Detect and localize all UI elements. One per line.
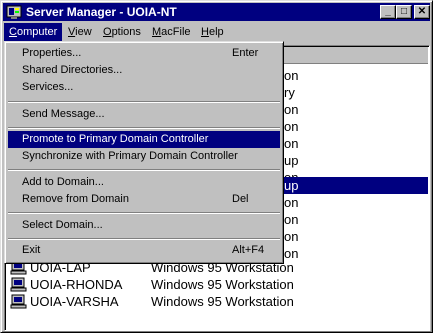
menu-item-label: Promote to Primary Domain Controller (22, 133, 209, 145)
title-bar[interactable]: Server Manager - UOIA-NT _ □ ✕ (3, 3, 430, 21)
computer-icon (10, 294, 27, 309)
computer-menu-dropdown: Properties... Enter Shared Directories..… (4, 41, 284, 264)
server-manager-window: Server Manager - UOIA-NT _ □ ✕ Computer … (0, 0, 433, 333)
menu-item-shortcut: Del (232, 193, 249, 205)
menu-computer[interactable]: Computer (4, 23, 63, 41)
menu-separator (8, 238, 280, 240)
menu-item-send-message[interactable]: Send Message... (8, 106, 280, 123)
computer-icon (10, 277, 27, 292)
menu-view-label: iew (75, 26, 92, 38)
computer-type: Windows 95 Workstation (151, 294, 294, 309)
menu-item-select-domain[interactable]: Select Domain... (8, 217, 280, 234)
row-type-fragment: on (284, 136, 299, 151)
menu-separator (8, 169, 280, 171)
menu-item-properties[interactable]: Properties... Enter (8, 45, 280, 62)
menu-options[interactable]: Options (98, 23, 146, 41)
row-type-fragment: on (284, 102, 299, 117)
row-type-fragment: up (284, 153, 299, 168)
menu-item-exit[interactable]: Exit Alt+F4 (8, 242, 280, 259)
close-button[interactable]: ✕ (414, 5, 430, 19)
close-icon: ✕ (417, 6, 427, 17)
row-type-fragment: ry (284, 85, 295, 100)
menu-computer-label: omputer (16, 26, 58, 38)
row-type-fragment: on (284, 68, 299, 83)
computer-name: UOIA-RHONDA (30, 277, 123, 292)
menu-view[interactable]: View (63, 23, 97, 41)
row-type-fragment: on (284, 229, 299, 244)
menu-help-mnemonic: H (201, 26, 209, 38)
menu-item-label: Add to Domain... (22, 176, 104, 188)
menu-item-add-to-domain[interactable]: Add to Domain... (8, 174, 280, 191)
menu-item-label: Send Message... (22, 108, 105, 120)
menu-options-mnemonic: O (103, 26, 112, 38)
menu-item-services[interactable]: Services... (8, 79, 280, 96)
menu-item-shortcut: Enter (232, 47, 259, 59)
list-row[interactable]: UOIA-VARSHA Windows 95 Workstation (6, 293, 428, 310)
menu-item-remove-from-domain[interactable]: Remove from Domain Del (8, 191, 280, 208)
row-type-fragment: on (284, 195, 299, 210)
menu-item-label: Select Domain... (22, 219, 103, 231)
menu-item-label: Remove from Domain (22, 193, 129, 205)
computer-type: Windows 95 Workstation (151, 277, 294, 292)
row-type-fragment: on (284, 119, 299, 134)
maximize-icon: □ (400, 6, 408, 17)
list-row[interactable]: UOIA-RHONDA Windows 95 Workstation (6, 276, 428, 293)
menu-help-label: elp (208, 26, 224, 38)
menu-macfile[interactable]: MacFile (147, 23, 196, 41)
menu-item-label: Exit (22, 244, 41, 256)
menu-item-label: Properties... (22, 47, 82, 59)
minimize-icon: _ (385, 6, 391, 17)
computer-name: UOIA-VARSHA (30, 294, 119, 309)
menu-macfile-mnemonic: M (152, 26, 162, 38)
menu-item-label: Shared Directories... (22, 64, 123, 76)
menu-item-shortcut: Alt+F4 (232, 244, 265, 256)
menu-separator (8, 212, 280, 214)
maximize-button[interactable]: □ (396, 5, 412, 19)
menu-item-label: Services... (22, 81, 74, 93)
server-manager-app-icon[interactable] (6, 4, 22, 20)
row-type-fragment: on (284, 212, 299, 227)
menu-separator (8, 101, 280, 103)
menu-macfile-label: acFile (161, 26, 191, 38)
menu-item-shared-directories[interactable]: Shared Directories... (8, 62, 280, 79)
menu-separator (8, 127, 280, 129)
row-type-fragment: up (284, 178, 299, 193)
menu-help[interactable]: Help (196, 23, 229, 41)
menu-item-synchronize-pdc[interactable]: Synchronize with Primary Domain Controll… (8, 148, 280, 165)
window-title: Server Manager - UOIA-NT (26, 5, 177, 19)
minimize-button[interactable]: _ (380, 5, 396, 19)
menu-bar: Computer View Options MacFile Help (3, 23, 430, 42)
menu-computer-mnemonic: C (9, 26, 17, 38)
menu-item-promote-pdc[interactable]: Promote to Primary Domain Controller (8, 131, 280, 148)
menu-item-label: Synchronize with Primary Domain Controll… (22, 150, 238, 162)
menu-options-label: ptions (111, 26, 141, 38)
